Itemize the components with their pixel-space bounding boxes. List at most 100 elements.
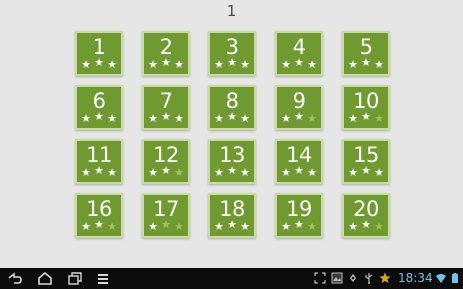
star-filled-icon: ★ xyxy=(374,58,384,71)
level-star-rating: ★ ★ ★ xyxy=(277,218,321,234)
wifi-icon xyxy=(435,272,447,284)
back-icon[interactable] xyxy=(6,270,24,287)
level-tile[interactable]: 8 ★ ★ ★ xyxy=(208,85,256,130)
star-filled-icon: ★ xyxy=(227,164,237,177)
level-star-rating: ★ ★ ★ xyxy=(144,164,188,180)
level-tile[interactable]: 14 ★ ★ ★ xyxy=(275,139,323,184)
level-tile[interactable]: 4 ★ ★ ★ xyxy=(275,31,323,76)
system-navigation-bar: 18:34 xyxy=(0,268,463,289)
level-star-rating: ★ ★ ★ xyxy=(344,218,388,234)
level-tile[interactable]: 5 ★ ★ ★ xyxy=(342,31,390,76)
star-filled-icon: ★ xyxy=(227,110,237,123)
star-filled-icon: ★ xyxy=(214,166,224,179)
star-filled-icon: ★ xyxy=(348,58,358,71)
star-filled-icon: ★ xyxy=(348,220,358,233)
star-filled-icon: ★ xyxy=(281,220,291,233)
star-filled-icon: ★ xyxy=(214,112,224,125)
level-tile[interactable]: 17 ★ ★ ★ xyxy=(142,193,190,238)
star-filled-icon: ★ xyxy=(148,112,158,125)
star-empty-icon: ★ xyxy=(107,220,117,233)
star-filled-icon: ★ xyxy=(240,58,250,71)
star-empty-icon: ★ xyxy=(307,220,317,233)
level-tile[interactable]: 3 ★ ★ ★ xyxy=(208,31,256,76)
level-tile[interactable]: 16 ★ ★ ★ xyxy=(75,193,123,238)
level-tile[interactable]: 10 ★ ★ ★ xyxy=(342,85,390,130)
level-tile[interactable]: 12 ★ ★ ★ xyxy=(142,139,190,184)
star-filled-icon: ★ xyxy=(227,56,237,69)
level-star-rating: ★ ★ ★ xyxy=(210,218,254,234)
star-filled-icon: ★ xyxy=(148,166,158,179)
star-filled-icon: ★ xyxy=(281,166,291,179)
battery-icon xyxy=(449,272,461,284)
usb-icon xyxy=(363,272,375,284)
star-filled-icon: ★ xyxy=(107,58,117,71)
star-filled-icon: ★ xyxy=(227,218,237,231)
star-filled-icon: ★ xyxy=(294,164,304,177)
favorite-star-icon xyxy=(379,272,391,284)
level-star-rating: ★ ★ ★ xyxy=(77,56,121,72)
level-star-rating: ★ ★ ★ xyxy=(77,164,121,180)
star-empty-icon: ★ xyxy=(374,220,384,233)
star-filled-icon: ★ xyxy=(148,220,158,233)
star-empty-icon: ★ xyxy=(174,166,184,179)
gallery-icon xyxy=(331,272,343,284)
level-tile[interactable]: 13 ★ ★ ★ xyxy=(208,139,256,184)
star-filled-icon: ★ xyxy=(161,110,171,123)
star-filled-icon: ★ xyxy=(361,164,371,177)
star-filled-icon: ★ xyxy=(148,58,158,71)
star-filled-icon: ★ xyxy=(94,164,104,177)
star-filled-icon: ★ xyxy=(361,56,371,69)
level-tile[interactable]: 2 ★ ★ ★ xyxy=(142,31,190,76)
star-filled-icon: ★ xyxy=(107,166,117,179)
screenshot-icon xyxy=(314,272,326,284)
level-star-rating: ★ ★ ★ xyxy=(144,56,188,72)
star-filled-icon: ★ xyxy=(307,58,317,71)
status-clock: 18:34 xyxy=(398,271,433,285)
level-tile[interactable]: 20 ★ ★ ★ xyxy=(342,193,390,238)
star-filled-icon: ★ xyxy=(348,166,358,179)
level-star-rating: ★ ★ ★ xyxy=(277,56,321,72)
star-filled-icon: ★ xyxy=(361,218,371,231)
star-filled-icon: ★ xyxy=(294,110,304,123)
menu-icon[interactable] xyxy=(94,270,112,287)
level-star-rating: ★ ★ ★ xyxy=(277,164,321,180)
star-empty-icon: ★ xyxy=(161,218,171,231)
star-filled-icon: ★ xyxy=(374,166,384,179)
level-tile[interactable]: 9 ★ ★ ★ xyxy=(275,85,323,130)
level-star-rating: ★ ★ ★ xyxy=(344,164,388,180)
level-star-rating: ★ ★ ★ xyxy=(144,110,188,126)
recent-apps-icon[interactable] xyxy=(66,270,84,287)
level-tile[interactable]: 6 ★ ★ ★ xyxy=(75,85,123,130)
level-grid: 1 ★ ★ ★ 2 ★ ★ ★ 3 ★ ★ ★ 4 ★ ★ ★ 5 ★ ★ ★ 6 ★ ★ ★ 7 ★ ★ ★ 8 ★ ★ ★ 9 ★ ★ ★ 10 ★ ★… xyxy=(0,0,463,268)
star-filled-icon: ★ xyxy=(294,218,304,231)
level-star-rating: ★ ★ ★ xyxy=(77,110,121,126)
level-star-rating: ★ ★ ★ xyxy=(144,218,188,234)
star-filled-icon: ★ xyxy=(81,112,91,125)
level-tile[interactable]: 11 ★ ★ ★ xyxy=(75,139,123,184)
star-filled-icon: ★ xyxy=(348,112,358,125)
star-filled-icon: ★ xyxy=(107,112,117,125)
home-icon[interactable] xyxy=(36,270,54,287)
level-tile[interactable]: 19 ★ ★ ★ xyxy=(275,193,323,238)
star-filled-icon: ★ xyxy=(214,58,224,71)
level-tile[interactable]: 15 ★ ★ ★ xyxy=(342,139,390,184)
android-debug-icon xyxy=(347,272,359,284)
level-star-rating: ★ ★ ★ xyxy=(210,56,254,72)
star-filled-icon: ★ xyxy=(240,112,250,125)
star-filled-icon: ★ xyxy=(81,58,91,71)
level-star-rating: ★ ★ ★ xyxy=(210,110,254,126)
star-filled-icon: ★ xyxy=(161,164,171,177)
star-empty-icon: ★ xyxy=(307,112,317,125)
star-filled-icon: ★ xyxy=(281,58,291,71)
level-star-rating: ★ ★ ★ xyxy=(277,110,321,126)
star-filled-icon: ★ xyxy=(81,166,91,179)
level-star-rating: ★ ★ ★ xyxy=(344,56,388,72)
level-tile[interactable]: 1 ★ ★ ★ xyxy=(75,31,123,76)
level-star-rating: ★ ★ ★ xyxy=(210,164,254,180)
level-star-rating: ★ ★ ★ xyxy=(344,110,388,126)
level-tile[interactable]: 7 ★ ★ ★ xyxy=(142,85,190,130)
star-filled-icon: ★ xyxy=(174,112,184,125)
level-tile[interactable]: 18 ★ ★ ★ xyxy=(208,193,256,238)
star-filled-icon: ★ xyxy=(240,220,250,233)
star-filled-icon: ★ xyxy=(214,220,224,233)
